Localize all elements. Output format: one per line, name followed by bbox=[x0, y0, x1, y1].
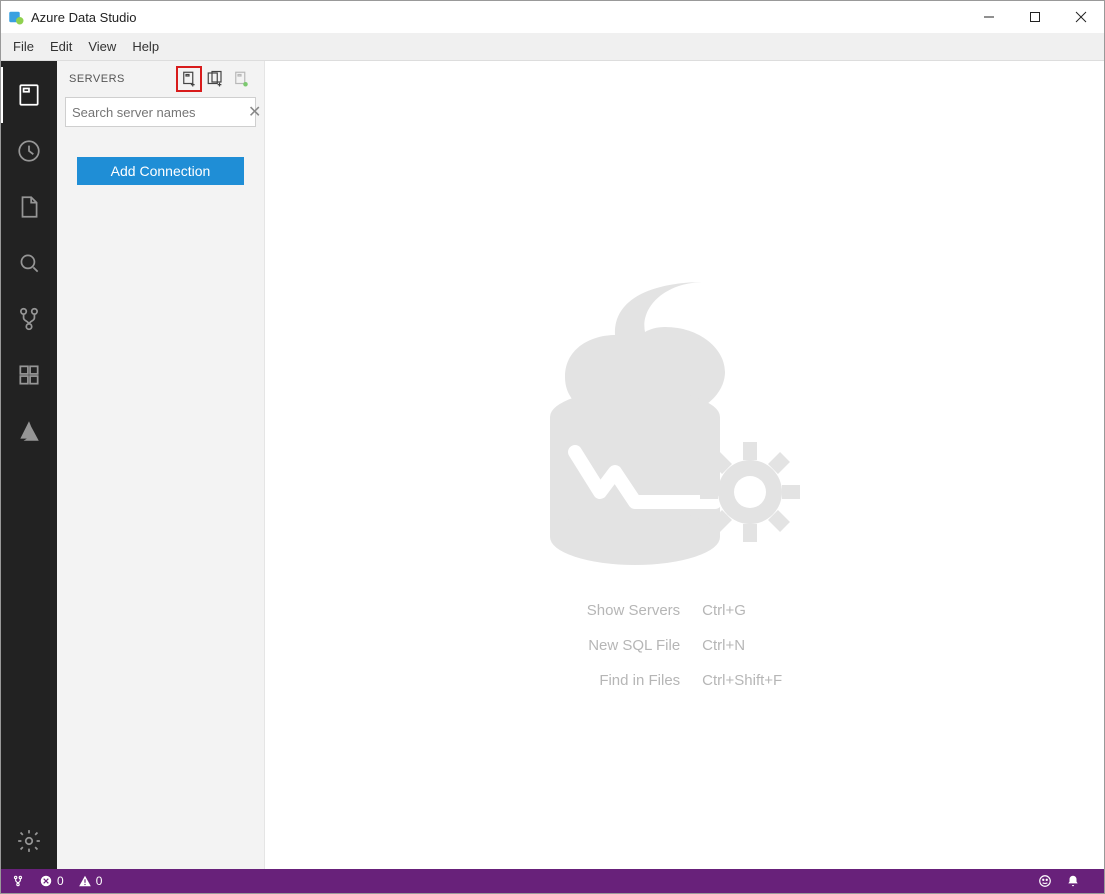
search-box[interactable]: ✕ bbox=[65, 97, 256, 127]
shortcut-keys: Ctrl+G bbox=[702, 602, 782, 619]
shortcut-label: New SQL File bbox=[587, 637, 680, 654]
clear-search-icon[interactable]: ✕ bbox=[248, 102, 261, 122]
notifications-icon[interactable] bbox=[1066, 874, 1080, 888]
status-warnings[interactable]: 0 bbox=[78, 874, 103, 888]
main-row: SERVERS ✕ Add Connection bbox=[1, 61, 1104, 869]
shortcut-label: Find in Files bbox=[587, 672, 680, 689]
add-connection-label: Add Connection bbox=[111, 163, 211, 179]
app-icon bbox=[7, 8, 25, 26]
shortcut-keys: Ctrl+N bbox=[702, 637, 782, 654]
title-bar: Azure Data Studio bbox=[1, 1, 1104, 33]
menu-view[interactable]: View bbox=[80, 39, 124, 54]
active-connections-icon[interactable] bbox=[228, 66, 254, 92]
welcome-illustration bbox=[515, 242, 855, 572]
shortcut-keys: Ctrl+Shift+F bbox=[702, 672, 782, 689]
status-errors[interactable]: 0 bbox=[39, 874, 64, 888]
activity-settings[interactable] bbox=[1, 813, 57, 869]
maximize-button[interactable] bbox=[1012, 1, 1058, 33]
activity-search[interactable] bbox=[1, 235, 57, 291]
window-title: Azure Data Studio bbox=[31, 10, 137, 25]
shortcut-label: Show Servers bbox=[587, 602, 680, 619]
menu-edit[interactable]: Edit bbox=[42, 39, 80, 54]
shortcuts-list: Show Servers Ctrl+G New SQL File Ctrl+N … bbox=[587, 602, 782, 689]
side-panel: SERVERS ✕ Add Connection bbox=[57, 61, 265, 869]
new-connection-icon[interactable] bbox=[176, 66, 202, 92]
panel-header: SERVERS bbox=[57, 61, 264, 97]
activity-servers[interactable] bbox=[1, 67, 57, 123]
remote-indicator[interactable] bbox=[11, 874, 25, 888]
new-server-group-icon[interactable] bbox=[202, 66, 228, 92]
status-bar: 0 0 bbox=[1, 869, 1104, 893]
welcome-area: Show Servers Ctrl+G New SQL File Ctrl+N … bbox=[265, 61, 1104, 869]
activity-source-control[interactable] bbox=[1, 291, 57, 347]
close-button[interactable] bbox=[1058, 1, 1104, 33]
menu-bar: File Edit View Help bbox=[1, 33, 1104, 61]
activity-explorer[interactable] bbox=[1, 179, 57, 235]
window-controls bbox=[966, 1, 1104, 33]
activity-tasks[interactable] bbox=[1, 123, 57, 179]
add-connection-button[interactable]: Add Connection bbox=[77, 157, 244, 185]
panel-title: SERVERS bbox=[69, 73, 125, 85]
status-errors-count: 0 bbox=[57, 874, 64, 888]
minimize-button[interactable] bbox=[966, 1, 1012, 33]
activity-bar bbox=[1, 61, 57, 869]
status-warnings-count: 0 bbox=[96, 874, 103, 888]
menu-help[interactable]: Help bbox=[124, 39, 167, 54]
feedback-icon[interactable] bbox=[1038, 874, 1052, 888]
menu-file[interactable]: File bbox=[5, 39, 42, 54]
activity-azure[interactable] bbox=[1, 403, 57, 459]
search-input[interactable] bbox=[72, 105, 248, 120]
activity-extensions[interactable] bbox=[1, 347, 57, 403]
